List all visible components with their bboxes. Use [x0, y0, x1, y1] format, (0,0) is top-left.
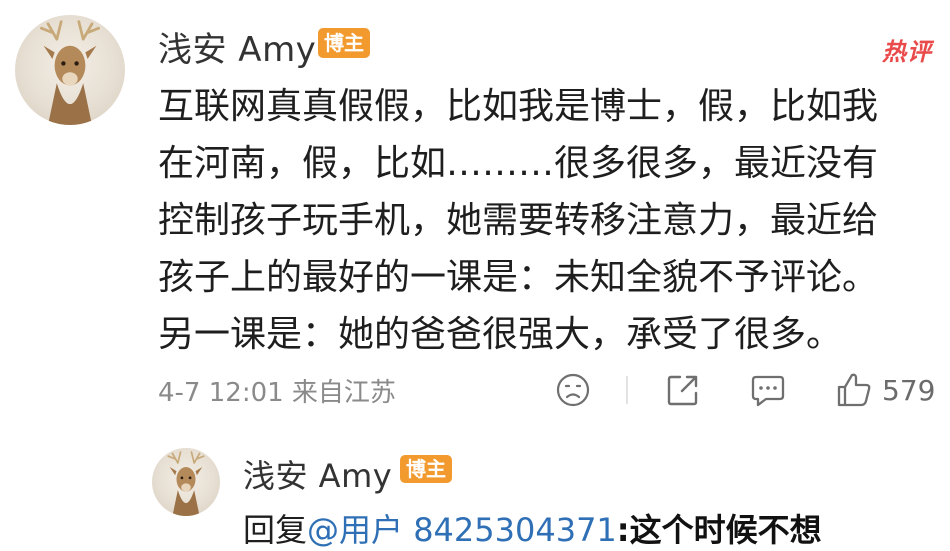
mention-link[interactable]: @用户 8425304371	[307, 511, 617, 549]
reply-text: 回复@用户 8425304371:这个时候不想	[243, 505, 822, 551]
comment-body: 互联网真真假假，比如我是博士，假，比如我 在河南，假，比如………很多很多，最近没…	[158, 78, 938, 363]
comment-line: 控制孩子玩手机，她需要转移注意力，最近给	[158, 200, 879, 241]
subtitle-overlay: :这个时候不想	[616, 511, 822, 549]
comment-icon	[751, 375, 785, 407]
reply-author-avatar[interactable]	[152, 448, 220, 516]
comment-line: 另一课是：她的爸爸很强大，承受了很多。	[158, 314, 843, 355]
deer-avatar-image	[40, 20, 100, 125]
author-avatar[interactable]	[15, 15, 125, 125]
hot-comment-label: 热评	[882, 38, 932, 66]
frown-face-icon	[556, 373, 590, 407]
comment-line: 在河南，假，比如………很多很多，最近没有	[158, 143, 879, 184]
comment-button[interactable]	[748, 368, 788, 412]
reply-blogger-badge: 博主	[400, 455, 452, 483]
emoji-reaction-button[interactable]	[553, 368, 593, 412]
author-name[interactable]: 浅安 Amy	[158, 22, 316, 71]
like-count: 579	[882, 373, 936, 407]
reply-author-name[interactable]: 浅安 Amy	[243, 451, 392, 497]
comment-line: 孩子上的最好的一课是：未知全貌不予评论。	[158, 257, 879, 298]
blogger-badge: 博主	[318, 28, 370, 58]
comment-meta: 4-7 12:01 来自江苏	[158, 378, 396, 408]
reply-prefix: 回复	[243, 511, 308, 549]
like-button[interactable]: 579	[834, 368, 935, 412]
deer-avatar-image	[167, 451, 205, 516]
comment-line: 互联网真真假假，比如我是博士，假，比如我	[158, 86, 879, 127]
thumbs-up-icon	[837, 373, 871, 407]
action-divider	[626, 376, 628, 404]
share-button[interactable]	[664, 368, 702, 412]
share-icon	[667, 375, 698, 406]
